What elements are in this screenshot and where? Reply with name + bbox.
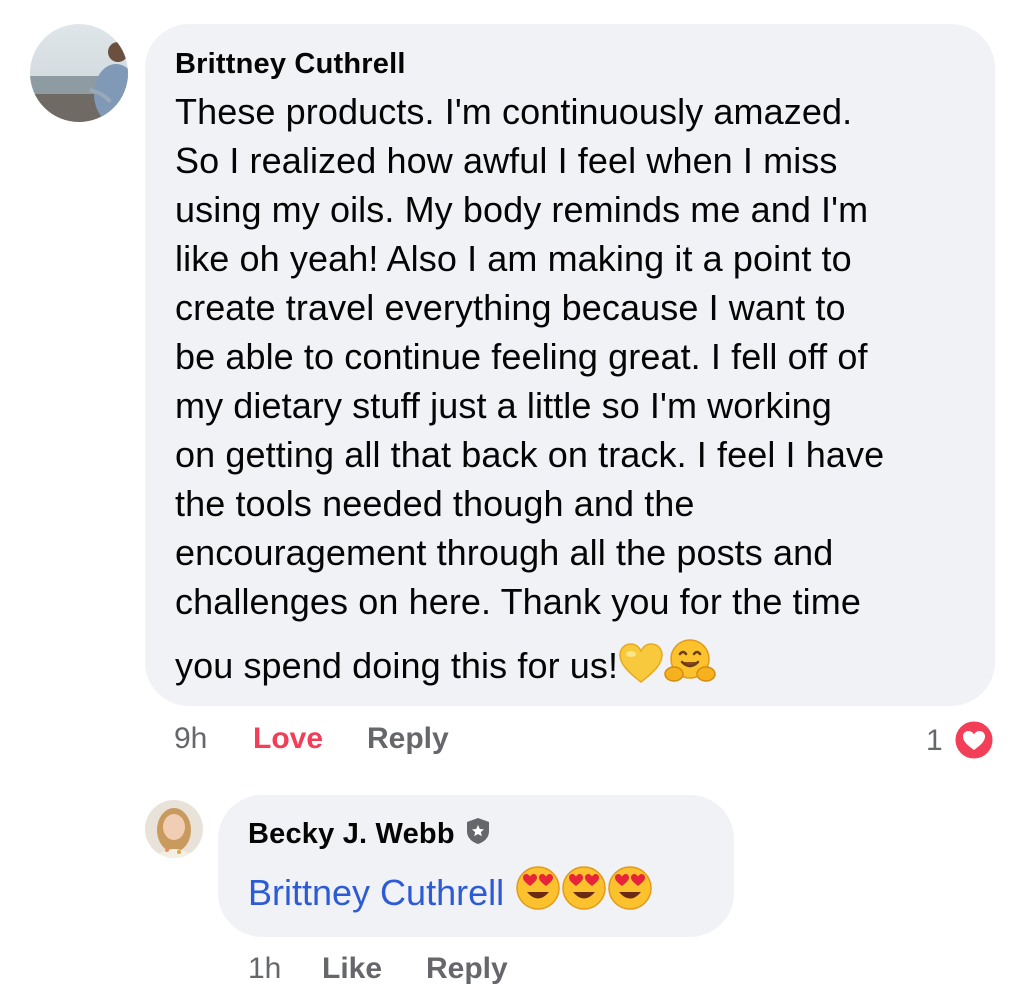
comment-actions: 9h Love Reply xyxy=(0,722,1024,762)
comment-line: like oh yeah! Also I am making it a poin… xyxy=(175,238,852,279)
reply-avatar[interactable] xyxy=(145,800,203,858)
hugging-face-icon xyxy=(664,638,716,696)
comment-author[interactable]: Brittney Cuthrell xyxy=(175,48,995,81)
shield-badge-icon xyxy=(465,817,491,853)
reply-bubble: Becky J. Webb Brittney Cuthrell xyxy=(218,795,734,937)
reply-reply-button[interactable]: Reply xyxy=(426,952,508,986)
avatar[interactable] xyxy=(30,24,128,122)
heart-eyes-icon xyxy=(561,865,607,916)
heart-eyes-icon xyxy=(515,865,561,916)
comment-bubble: Brittney Cuthrell These products. I'm co… xyxy=(145,24,995,706)
comment-line: encouragement through all the posts and xyxy=(175,532,834,573)
reply-actions: 1h Like Reply xyxy=(0,952,1024,992)
comment-time[interactable]: 9h xyxy=(174,722,207,756)
comment-line: the tools needed though and the xyxy=(175,483,695,524)
comment-line: be able to continue feeling great. I fel… xyxy=(175,336,868,377)
comment-line: on getting all that back on track. I fee… xyxy=(175,434,885,475)
comment-line: These products. I'm continuously amazed. xyxy=(175,91,853,132)
heart-eyes-icon xyxy=(607,865,653,916)
comment-line: So I realized how awful I feel when I mi… xyxy=(175,140,838,181)
comment-line: my dietary stuff just a little so I'm wo… xyxy=(175,385,832,426)
reaction-count[interactable]: 1 xyxy=(926,724,943,758)
love-button[interactable]: Love xyxy=(253,722,323,756)
reply-text: Brittney Cuthrell xyxy=(248,865,734,916)
comment-line: create travel everything because I want … xyxy=(175,287,846,328)
comment-line: challenges on here. Thank you for the ti… xyxy=(175,581,861,622)
reply-author[interactable]: Becky J. Webb xyxy=(248,817,734,853)
mention-link[interactable]: Brittney Cuthrell xyxy=(248,872,504,913)
comment-text: These products. I'm continuously amazed.… xyxy=(175,87,995,696)
love-reaction-icon[interactable] xyxy=(952,718,996,762)
comment-last-line: you spend doing this for us! xyxy=(175,638,995,696)
reply-time[interactable]: 1h xyxy=(248,952,281,986)
comment-line: using my oils. My body reminds me and I'… xyxy=(175,189,869,230)
reply-author-name: Becky J. Webb xyxy=(248,818,455,850)
comment-line: you spend doing this for us! xyxy=(175,645,619,686)
yellow-heart-icon xyxy=(618,642,664,696)
reply-button[interactable]: Reply xyxy=(367,722,449,756)
like-button[interactable]: Like xyxy=(322,952,382,986)
